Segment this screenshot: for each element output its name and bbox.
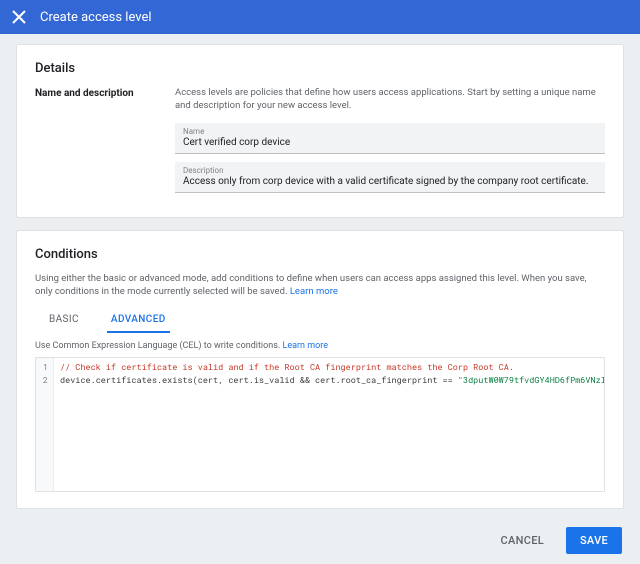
gutter-line-2: 2 [41,375,48,388]
gutter-line-1: 1 [41,362,48,375]
save-button[interactable]: SAVE [566,527,622,554]
footer: CANCEL SAVE [0,521,640,564]
editor-gutter: 1 2 [36,358,54,491]
tab-advanced[interactable]: ADVANCED [107,308,170,333]
name-field-value: Cert verified corp device [183,136,597,149]
details-card: Details Name and description Access leve… [16,44,624,218]
details-title: Details [35,61,605,76]
cel-editor[interactable]: 1 2 // Check if certificate is valid and… [35,357,605,492]
cel-help-body: Use Common Expression Language (CEL) to … [35,341,282,351]
details-help-text: Access levels are policies that define h… [175,86,605,113]
mode-tabs: BASIC ADVANCED [45,308,605,333]
conditions-card: Conditions Using either the basic or adv… [16,230,624,510]
code-comment: // Check if certificate is valid and if … [60,362,514,373]
details-side-label: Name and description [35,86,175,201]
content: Details Name and description Access leve… [0,34,640,509]
page-title: Create access level [40,10,152,25]
name-field[interactable]: Name Cert verified corp device [175,123,605,154]
conditions-title: Conditions [35,247,605,262]
topbar: Create access level [0,0,640,34]
code-expr-pre: device.certificates.exists(cert, cert.is… [60,375,458,386]
tab-basic[interactable]: BASIC [45,308,83,333]
cel-learn-more-link[interactable]: Learn more [282,341,328,351]
name-field-label: Name [183,127,597,136]
description-field-label: Description [183,166,597,175]
conditions-learn-more-link[interactable]: Learn more [290,286,338,297]
conditions-help-text: Using either the basic or advanced mode,… [35,272,605,299]
description-field-value: Access only from corp device with a vali… [183,175,597,188]
close-icon[interactable] [12,10,26,24]
description-field[interactable]: Description Access only from corp device… [175,162,605,193]
editor-code[interactable]: // Check if certificate is valid and if … [54,358,604,491]
code-expr-string: "3dputW0W79tfvdGY4HD6fPm6VNzlG+x8TRVFvtQ… [458,375,604,386]
cancel-button[interactable]: CANCEL [487,527,558,554]
cel-help-text: Use Common Expression Language (CEL) to … [35,341,605,351]
